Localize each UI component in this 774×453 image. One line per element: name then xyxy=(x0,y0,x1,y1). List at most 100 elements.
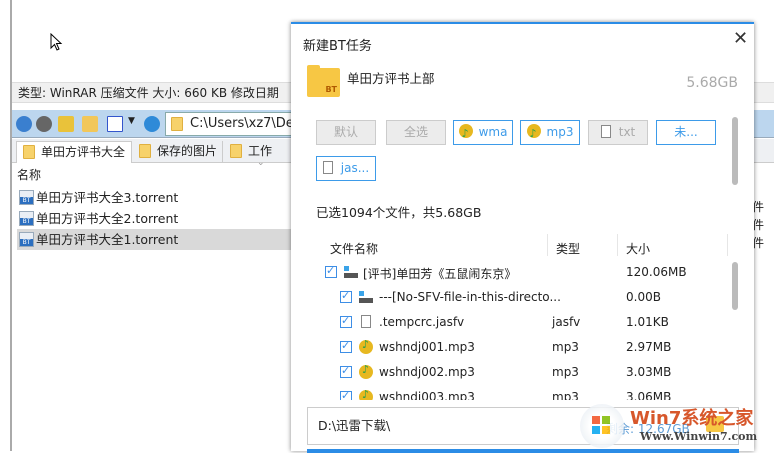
download-button-bar[interactable] xyxy=(307,449,739,453)
button-label: txt xyxy=(618,125,636,139)
row-size: 2.97MB xyxy=(626,340,672,354)
column-header-type[interactable]: 类型 xyxy=(556,240,580,257)
filter-wma-button[interactable]: wma xyxy=(453,120,513,145)
folder-drive-icon xyxy=(344,266,358,278)
button-label: 默认 xyxy=(333,125,358,139)
column-divider[interactable] xyxy=(547,234,548,256)
back-icon[interactable] xyxy=(16,116,32,132)
row-name: [评书]单田芳《五鼠闹东京》 xyxy=(363,267,517,281)
filter-txt-button[interactable]: txt xyxy=(588,120,648,145)
torrent-name: 单田方评书上部 xyxy=(347,71,435,86)
filter-scrollbar[interactable] xyxy=(732,117,738,185)
row-name: wshndj002.mp3 xyxy=(379,365,475,379)
document-icon xyxy=(600,125,611,138)
tab-label: 单田方评书大全 xyxy=(41,145,126,159)
refresh-icon[interactable] xyxy=(144,116,160,132)
row-checkbox[interactable] xyxy=(340,389,352,400)
row-type: jasfv xyxy=(552,315,581,329)
file-name: 单田方评书大全2.torrent xyxy=(36,211,179,226)
column-header-filename[interactable]: 文件名称 xyxy=(330,240,378,257)
column-divider[interactable] xyxy=(617,234,618,256)
close-icon[interactable]: ✕ xyxy=(733,28,748,49)
row-name: wshndj001.mp3 xyxy=(379,340,475,354)
filter-jasfv-button[interactable]: jas... xyxy=(316,156,376,181)
row-size: 120.06MB xyxy=(626,265,687,279)
tab-label: 工作 xyxy=(248,144,273,158)
tab-folder-2[interactable]: 保存的图片 xyxy=(133,141,223,163)
tree-row[interactable]: wshndj001.mp3 mp3 2.97MB xyxy=(291,335,731,360)
file-item-selected[interactable]: 单田方评书大全1.torrent xyxy=(17,229,291,250)
qq-music-icon xyxy=(359,388,373,400)
filter-unknown-button[interactable]: 未... xyxy=(656,120,716,145)
up-folder-icon[interactable] xyxy=(58,116,74,132)
list-scrollbar[interactable] xyxy=(732,262,738,310)
filter-default-button[interactable]: 默认 xyxy=(316,120,376,145)
file-icon xyxy=(361,315,371,328)
address-bar[interactable]: C:\Users\xz7\Desk xyxy=(165,112,305,136)
view-icon[interactable] xyxy=(107,116,123,132)
file-item[interactable]: 单田方评书大全3.torrent xyxy=(17,187,291,208)
folder-icon xyxy=(171,117,183,131)
watermark-title: Win7系统之家 xyxy=(630,408,754,429)
dialog-title: 新建BT任务 xyxy=(303,39,372,54)
row-size: 3.03MB xyxy=(626,365,672,379)
tree-row[interactable]: [评书]单田芳《五鼠闹东京》 120.06MB xyxy=(291,260,731,285)
row-name: ---[No-SFV-file-in-this-directo... xyxy=(379,290,561,304)
row-checkbox[interactable] xyxy=(340,314,352,328)
column-header-name[interactable]: 名称 xyxy=(17,166,41,183)
row-type: mp3 xyxy=(552,390,579,400)
qq-music-icon xyxy=(526,122,541,145)
row-size: 3.06MB xyxy=(626,390,672,400)
save-path-text: D:\迅雷下载\ xyxy=(318,418,391,433)
bt-file-icon xyxy=(19,211,34,226)
qq-music-icon xyxy=(359,363,373,379)
button-label: jas... xyxy=(340,161,370,175)
button-label: 全选 xyxy=(403,125,428,139)
row-type: mp3 xyxy=(552,340,579,354)
tab-folder-1[interactable]: 单田方评书大全 xyxy=(16,141,132,163)
file-name: 单田方评书大全1.torrent xyxy=(36,232,179,247)
selection-info: 已选1094个文件，共5.68GB xyxy=(316,205,482,220)
file-item[interactable]: 单田方评书大全2.torrent xyxy=(17,208,291,229)
new-bt-task-dialog: 新建BT任务 ✕ BT 单田方评书上部 5.68GB 默认 全选 wma mp3… xyxy=(291,22,754,453)
file-icon xyxy=(322,161,333,174)
watermark-url: Www.Winwin7.com xyxy=(640,430,758,443)
row-checkbox[interactable] xyxy=(340,364,352,378)
watermark: Win7系统之家 Www.Winwin7.com xyxy=(580,404,770,449)
mouse-cursor-icon xyxy=(50,33,63,51)
button-label: 未... xyxy=(674,125,698,139)
tree-row[interactable]: wshndj002.mp3 mp3 3.03MB xyxy=(291,360,731,385)
folder-icon xyxy=(230,144,242,158)
filter-select-all-button[interactable]: 全选 xyxy=(386,120,446,145)
tree-row[interactable]: wshndj003.mp3 mp3 3.06MB xyxy=(291,385,731,400)
button-label: wma xyxy=(478,125,508,139)
torrent-size: 5.68GB xyxy=(686,75,738,91)
column-header-size[interactable]: 大小 xyxy=(626,240,650,257)
qq-music-icon xyxy=(458,122,473,145)
filter-mp3-button[interactable]: mp3 xyxy=(520,120,580,145)
row-checkbox[interactable] xyxy=(325,264,337,278)
column-divider[interactable] xyxy=(727,234,728,256)
row-name: wshndj003.mp3 xyxy=(379,390,475,400)
forward-icon[interactable] xyxy=(36,116,52,132)
windows-logo-icon xyxy=(580,404,624,448)
qq-music-icon xyxy=(359,338,373,354)
tab-label: 保存的图片 xyxy=(157,144,218,158)
row-checkbox[interactable] xyxy=(340,289,352,303)
row-size: 0.00B xyxy=(626,290,661,304)
bt-file-icon xyxy=(19,232,34,247)
status-text: 类型: WinRAR 压缩文件 大小: 660 KB 修改日期 xyxy=(18,86,279,100)
row-type: mp3 xyxy=(552,365,579,379)
folder-drive-icon xyxy=(359,291,373,303)
row-checkbox[interactable] xyxy=(340,339,352,353)
folder-icon xyxy=(23,145,35,159)
folder-icon xyxy=(139,144,151,158)
file-tree-list: [评书]单田芳《五鼠闹东京》 120.06MB ---[No-SFV-file-i… xyxy=(291,260,731,400)
new-folder-icon[interactable] xyxy=(82,116,98,132)
button-label: mp3 xyxy=(546,125,574,139)
tree-row[interactable]: .tempcrc.jasfv jasfv 1.01KB xyxy=(291,310,731,335)
tree-row[interactable]: ---[No-SFV-file-in-this-directo... 0.00B xyxy=(291,285,731,310)
row-name: .tempcrc.jasfv xyxy=(379,315,465,329)
sort-chevron-icon: ⌄ xyxy=(257,158,265,168)
chevron-down-icon[interactable]: ▼ xyxy=(128,116,135,126)
